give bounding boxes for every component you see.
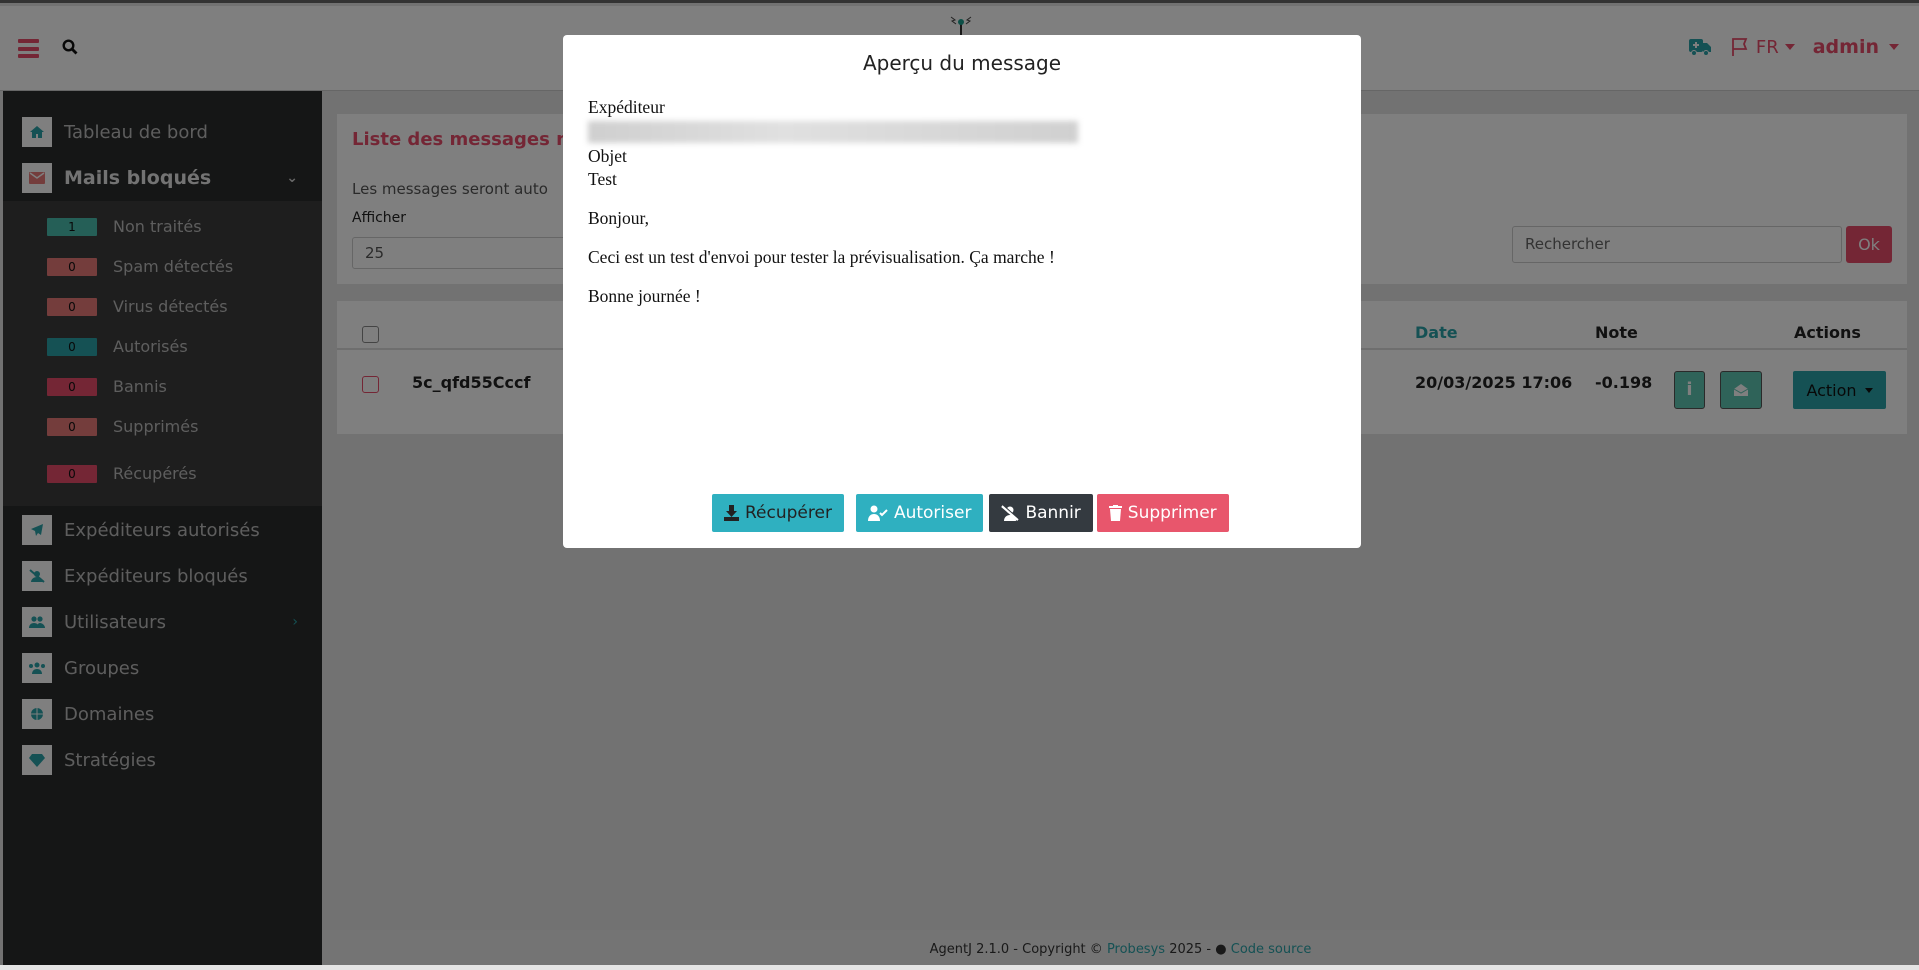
sender-label: Expéditeur bbox=[588, 97, 665, 117]
user-check-icon bbox=[867, 505, 888, 521]
button-label: Autoriser bbox=[893, 503, 972, 523]
body-line: Bonne journée ! bbox=[588, 286, 701, 306]
button-label: Supprimer bbox=[1127, 503, 1217, 523]
download-icon bbox=[724, 505, 739, 521]
modal-body: Expéditeur Objet Test Bonjour, Ceci est … bbox=[588, 96, 1078, 308]
message-preview-modal: Aperçu du message Expéditeur Objet Test … bbox=[563, 35, 1361, 548]
modal-title: Aperçu du message bbox=[862, 51, 1062, 75]
subject-label: Objet bbox=[588, 146, 627, 166]
modal-actions: Récupérer Autoriser Bannir Supprimer bbox=[712, 494, 1229, 532]
body-line: Bonjour, bbox=[588, 208, 650, 228]
button-label: Récupérer bbox=[745, 503, 832, 523]
user-slash-icon bbox=[1001, 505, 1020, 521]
button-label: Bannir bbox=[1025, 503, 1081, 523]
subject-value: Test bbox=[588, 169, 617, 189]
delete-button[interactable]: Supprimer bbox=[1096, 494, 1229, 532]
authorize-button[interactable]: Autoriser bbox=[855, 494, 984, 532]
sender-redacted bbox=[588, 121, 1078, 143]
trash-icon bbox=[1108, 505, 1122, 521]
body-line: Ceci est un test d'envoi pour tester la … bbox=[588, 247, 1055, 267]
recover-button[interactable]: Récupérer bbox=[712, 494, 844, 532]
ban-button[interactable]: Bannir bbox=[989, 494, 1093, 532]
